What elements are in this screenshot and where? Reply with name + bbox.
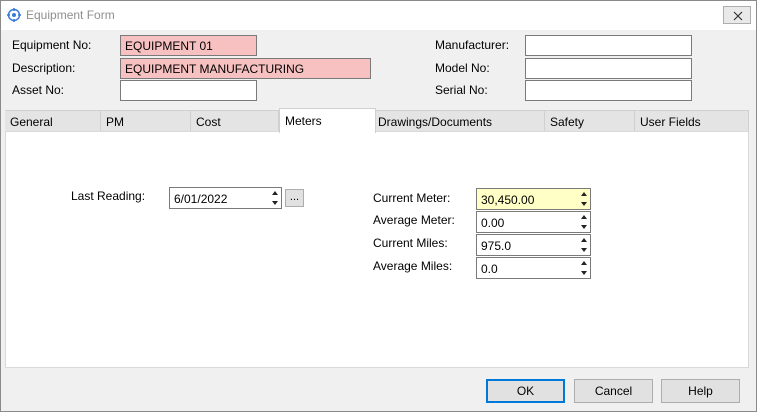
current-meter-label: Current Meter: [373, 191, 451, 205]
equipment-no-field[interactable] [120, 35, 257, 56]
tab-safety[interactable]: Safety [545, 110, 635, 132]
tab-user-fields[interactable]: User Fields [635, 110, 749, 132]
manufacturer-label: Manufacturer: [435, 38, 510, 52]
title-bar[interactable]: Equipment Form [1, 1, 756, 30]
average-miles-label: Average Miles: [373, 259, 453, 273]
cancel-button[interactable]: Cancel [574, 379, 653, 403]
current-miles-label: Current Miles: [373, 236, 448, 250]
tab-drawings-documents[interactable]: Drawings/Documents [373, 110, 545, 132]
current-miles-value: 975.0 [481, 239, 512, 253]
asset-no-label: Asset No: [12, 83, 65, 97]
last-reading-value: 6/01/2022 [174, 192, 228, 206]
manufacturer-field[interactable] [525, 35, 692, 56]
asset-no-field[interactable] [120, 80, 257, 101]
tab-pm[interactable]: PM [101, 110, 191, 132]
average-miles-value: 0.0 [481, 262, 498, 276]
tab-cost[interactable]: Cost [191, 110, 279, 132]
serial-no-field[interactable] [525, 80, 692, 101]
spin-down-icon[interactable] [579, 245, 589, 254]
spin-down-icon[interactable] [270, 198, 280, 207]
model-no-field[interactable] [525, 58, 692, 79]
spin-up-icon[interactable] [270, 189, 280, 198]
last-reading-spinner[interactable] [270, 189, 280, 207]
current-miles-field[interactable]: 975.0 [476, 234, 591, 256]
last-reading-picker-button[interactable]: ... [285, 189, 304, 207]
spin-down-icon[interactable] [579, 268, 589, 277]
model-no-label: Model No: [435, 61, 490, 75]
average-meter-spinner[interactable] [579, 213, 589, 231]
last-reading-label: Last Reading: [71, 189, 146, 203]
last-reading-date-field[interactable]: 6/01/2022 [169, 187, 282, 209]
description-field[interactable] [120, 58, 371, 79]
ok-button[interactable]: OK [486, 379, 565, 403]
spin-up-icon[interactable] [579, 259, 589, 268]
spin-down-icon[interactable] [579, 222, 589, 231]
current-meter-value: 30,450.00 [481, 193, 535, 207]
description-label: Description: [12, 61, 76, 75]
average-meter-value: 0.00 [481, 216, 505, 230]
close-icon [733, 11, 743, 21]
tab-meters[interactable]: Meters [279, 108, 376, 133]
spin-up-icon[interactable] [579, 236, 589, 245]
spin-up-icon[interactable] [579, 213, 589, 222]
average-miles-field[interactable]: 0.0 [476, 257, 591, 279]
gear-icon [7, 8, 21, 22]
close-button[interactable] [723, 6, 751, 24]
average-meter-field[interactable]: 0.00 [476, 211, 591, 233]
spin-up-icon[interactable] [579, 190, 589, 199]
spin-down-icon[interactable] [579, 199, 589, 208]
serial-no-label: Serial No: [435, 83, 488, 97]
help-button[interactable]: Help [661, 379, 740, 403]
tab-strip: General PM Cost Meters Drawings/Document… [5, 108, 749, 133]
average-miles-spinner[interactable] [579, 259, 589, 277]
current-meter-field[interactable]: 30,450.00 [476, 188, 591, 210]
tab-general[interactable]: General [5, 110, 101, 132]
average-meter-label: Average Meter: [373, 213, 455, 227]
window-title: Equipment Form [26, 8, 115, 22]
current-miles-spinner[interactable] [579, 236, 589, 254]
equipment-form-window: Equipment Form Equipment No: Description… [0, 0, 757, 412]
current-meter-spinner[interactable] [579, 190, 589, 208]
equipment-no-label: Equipment No: [12, 38, 92, 52]
